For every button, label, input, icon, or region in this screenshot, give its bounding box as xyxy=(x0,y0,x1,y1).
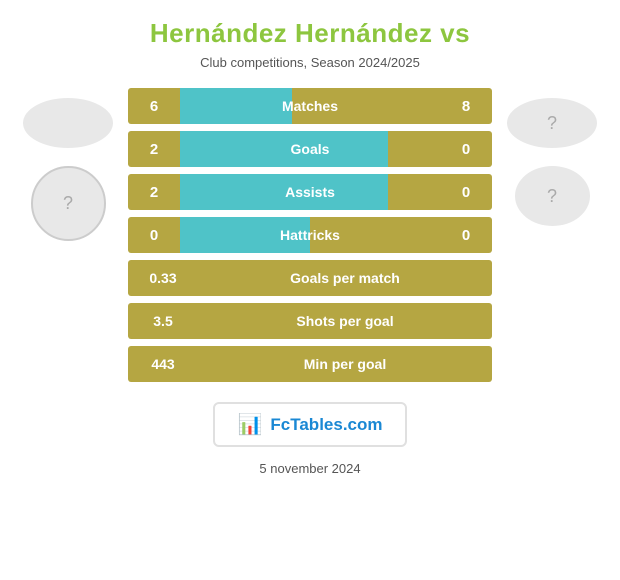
left-player-avatar: ? xyxy=(31,166,106,241)
logo-area: 📊 FcTables.com xyxy=(213,402,406,447)
logo-tables: Tables.com xyxy=(290,415,382,434)
left-avatars: ? xyxy=(8,98,128,241)
stat-bar-area: Matches xyxy=(180,88,440,124)
stat-row: 2Assists0 xyxy=(128,174,492,210)
stat-left-value: 2 xyxy=(128,141,180,158)
stat-plain-label: Shots per goal xyxy=(198,313,492,329)
stat-row: 0Hattricks0 xyxy=(128,217,492,253)
stat-right-value: 0 xyxy=(440,141,492,158)
left-player-image: ? xyxy=(63,193,73,214)
logo-text: FcTables.com xyxy=(270,415,382,435)
stat-left-value: 2 xyxy=(128,184,180,201)
stat-bar-area: Goals xyxy=(180,131,440,167)
page-title: Hernández Hernández vs xyxy=(150,18,470,49)
page-subtitle: Club competitions, Season 2024/2025 xyxy=(200,55,420,70)
stat-plain-left-value: 3.5 xyxy=(128,313,198,329)
stat-left-value: 6 xyxy=(128,98,180,115)
stat-plain-label: Goals per match xyxy=(198,270,492,286)
stat-bar-area: Assists xyxy=(180,174,440,210)
stat-right-value: 8 xyxy=(440,98,492,115)
stat-row-plain: 443Min per goal xyxy=(128,346,492,382)
date-label: 5 november 2024 xyxy=(259,461,360,476)
stat-plain-left-value: 443 xyxy=(128,356,198,372)
stats-column: 6Matches82Goals02Assists00Hattricks00.33… xyxy=(128,88,492,382)
page: Hernández Hernández vs Club competitions… xyxy=(0,0,620,580)
stat-bar-area: Hattricks xyxy=(180,217,440,253)
left-club-avatar xyxy=(23,98,113,148)
stat-right-value: 0 xyxy=(440,184,492,201)
logo-icon: 📊 xyxy=(237,412,262,437)
stat-plain-label: Min per goal xyxy=(198,356,492,372)
stat-right-value: 0 xyxy=(440,227,492,244)
right-avatars: ? ? xyxy=(492,98,612,226)
stat-left-value: 0 xyxy=(128,227,180,244)
right-club-avatar: ? xyxy=(507,98,597,148)
stat-label: Assists xyxy=(180,184,440,200)
right-player-avatar: ? xyxy=(515,166,590,226)
stat-row: 6Matches8 xyxy=(128,88,492,124)
right-player-image: ? xyxy=(547,186,557,207)
comparison-area: ? 6Matches82Goals02Assists00Hattricks00.… xyxy=(0,88,620,382)
right-club-image: ? xyxy=(547,113,557,134)
stat-label: Matches xyxy=(180,98,440,114)
stat-label: Hattricks xyxy=(180,227,440,243)
stat-row: 2Goals0 xyxy=(128,131,492,167)
stat-plain-left-value: 0.33 xyxy=(128,270,198,286)
stat-row-plain: 3.5Shots per goal xyxy=(128,303,492,339)
stat-row-plain: 0.33Goals per match xyxy=(128,260,492,296)
logo-fc: Fc xyxy=(270,415,290,434)
stat-label: Goals xyxy=(180,141,440,157)
